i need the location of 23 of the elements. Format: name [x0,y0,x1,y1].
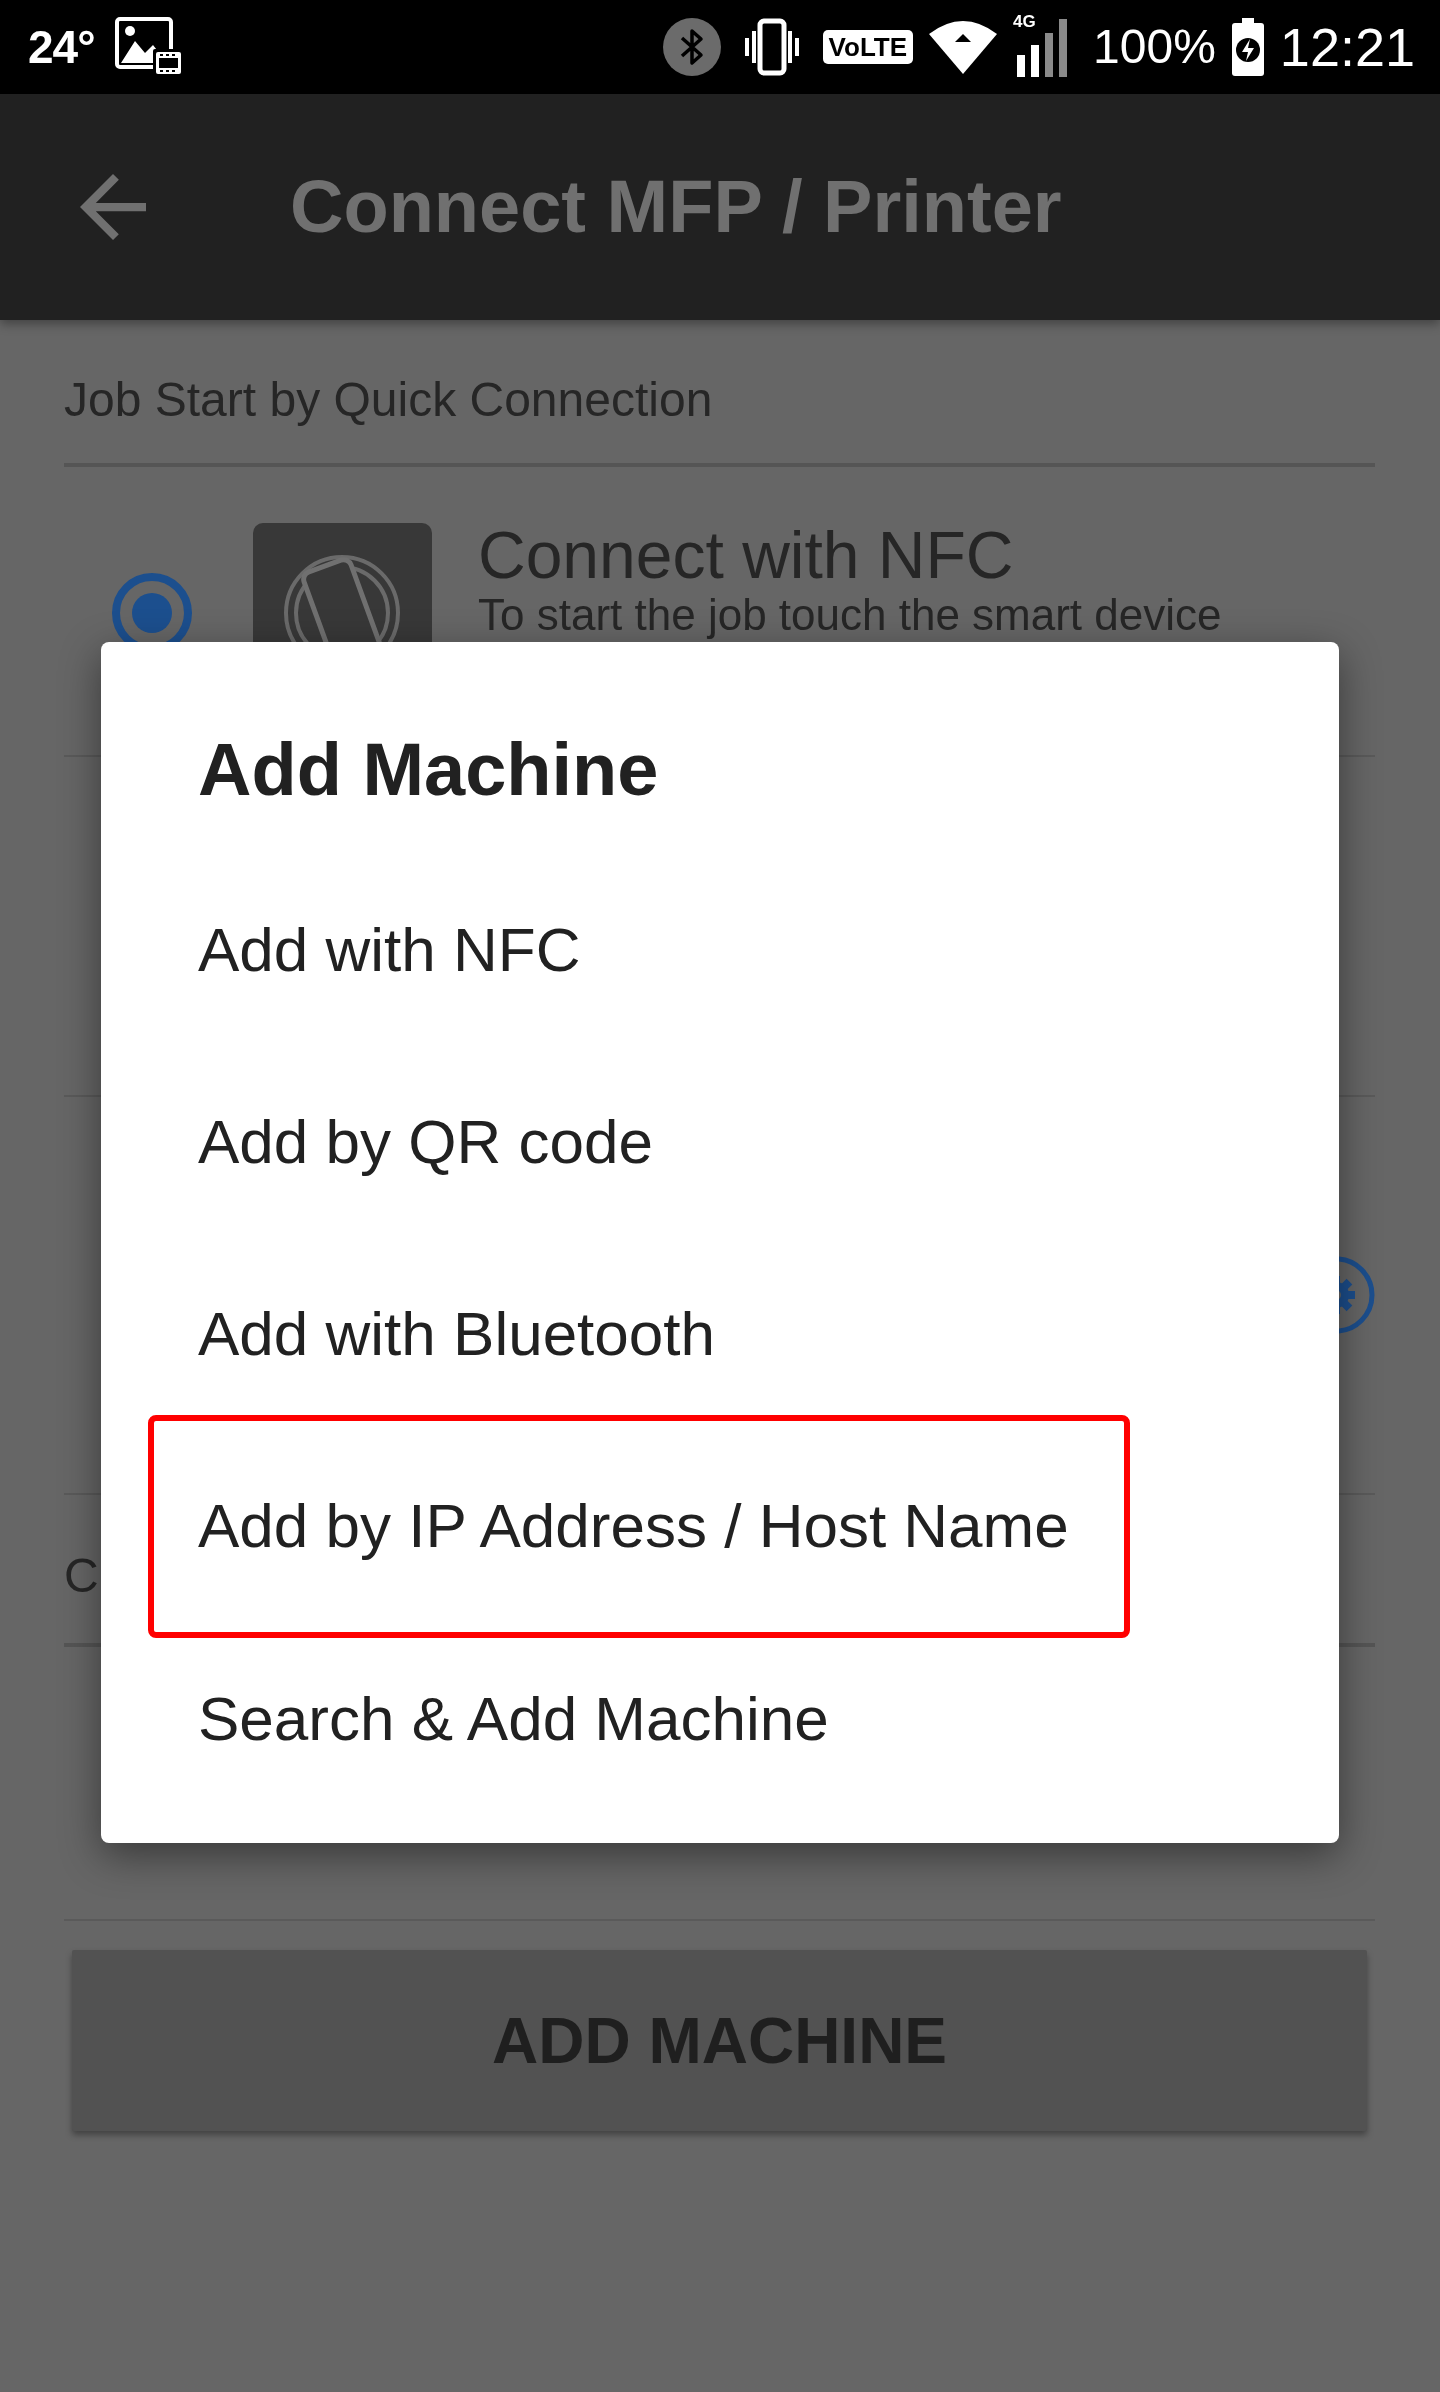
network-type-text: 4G [1013,13,1036,30]
temperature-text: 24° [28,24,95,70]
back-arrow-icon[interactable] [80,174,146,240]
clock-text: 12:21 [1279,20,1415,74]
screen-title: Connect MFP / Printer [290,166,1062,248]
settings-icon[interactable] [1339,1256,1375,1334]
volte-indicator: VoLTE [822,30,914,64]
menu-item[interactable]: Add by IP Address / Host Name [154,1430,1124,1622]
battery-charging-icon [1231,18,1264,76]
option-title: Connect with NFC [478,517,1014,594]
section-header: C [64,1548,99,1604]
wifi-icon [929,20,998,74]
menu-item[interactable]: Add by QR code [101,1046,1339,1238]
menu-item[interactable]: Add with Bluetooth [101,1238,1339,1415]
section-header: Job Start by Quick Connection [64,372,713,428]
menu-item[interactable]: Search & Add Machine [101,1638,1339,1815]
dialog-title: Add Machine [198,728,659,812]
gallery-icon [114,17,183,77]
menu-item[interactable]: Add with NFC [101,854,1339,1046]
battery-percent-text: 100% [1093,23,1216,71]
option-description: To start the job touch the smart device [478,591,1222,639]
nfc-phone-icon [253,523,432,642]
bluetooth-icon [662,18,721,76]
